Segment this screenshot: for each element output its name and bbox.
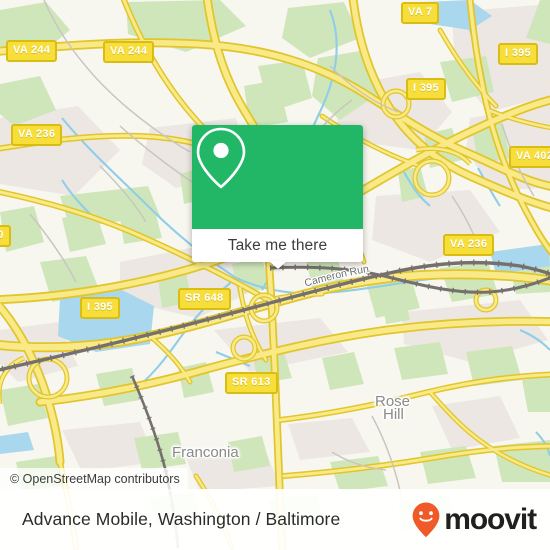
road-shield-i-395-north[interactable]: I 395 — [498, 43, 538, 65]
road-shield-va-244-east[interactable]: VA 244 — [103, 41, 155, 63]
road-shield-va-7[interactable]: VA 7 — [401, 2, 440, 24]
station-callout-card[interactable]: Take me there — [192, 125, 363, 269]
attribution-text: © OpenStreetMap contributors — [10, 471, 180, 486]
road-shield-va-402[interactable]: VA 402 — [509, 146, 550, 168]
road-shield-20-clipped[interactable]: 20 — [0, 225, 11, 247]
map-pin-icon — [196, 127, 246, 189]
road-shield-i-395-mid[interactable]: I 395 — [406, 78, 446, 100]
place-label-franconia: Franconia — [172, 444, 239, 461]
callout-pointer-tail — [268, 261, 287, 269]
take-me-there-label: Take me there — [227, 236, 328, 254]
map-attribution[interactable]: © OpenStreetMap contributors — [0, 468, 188, 489]
place-label-hill: Hill — [383, 406, 404, 423]
bottom-info-bar: Advance Mobile, Washington / Baltimore m… — [0, 489, 550, 550]
road-shield-sr-613[interactable]: SR 613 — [225, 372, 278, 394]
road-shield-va-236-east[interactable]: VA 236 — [443, 234, 495, 256]
map-canvas[interactable]: Cameron Run VA 244 VA 244 VA 7 I 395 I 3… — [0, 0, 550, 550]
moovit-wordmark: moovit — [444, 502, 537, 536]
take-me-there-button[interactable]: Take me there — [192, 229, 363, 262]
moovit-pin-smile-icon — [412, 502, 440, 537]
moovit-station-page: Cameron Run VA 244 VA 244 VA 7 I 395 I 3… — [0, 0, 550, 550]
road-shield-i-395-south[interactable]: I 395 — [80, 297, 120, 319]
station-title: Advance Mobile, Washington / Baltimore — [22, 509, 341, 529]
road-shield-va-244-west[interactable]: VA 244 — [6, 40, 58, 62]
road-shield-va-236-west[interactable]: VA 236 — [11, 124, 63, 146]
moovit-logo[interactable]: moovit — [411, 501, 537, 539]
road-shield-sr-648[interactable]: SR 648 — [178, 288, 231, 310]
callout-icon-area — [192, 125, 363, 229]
